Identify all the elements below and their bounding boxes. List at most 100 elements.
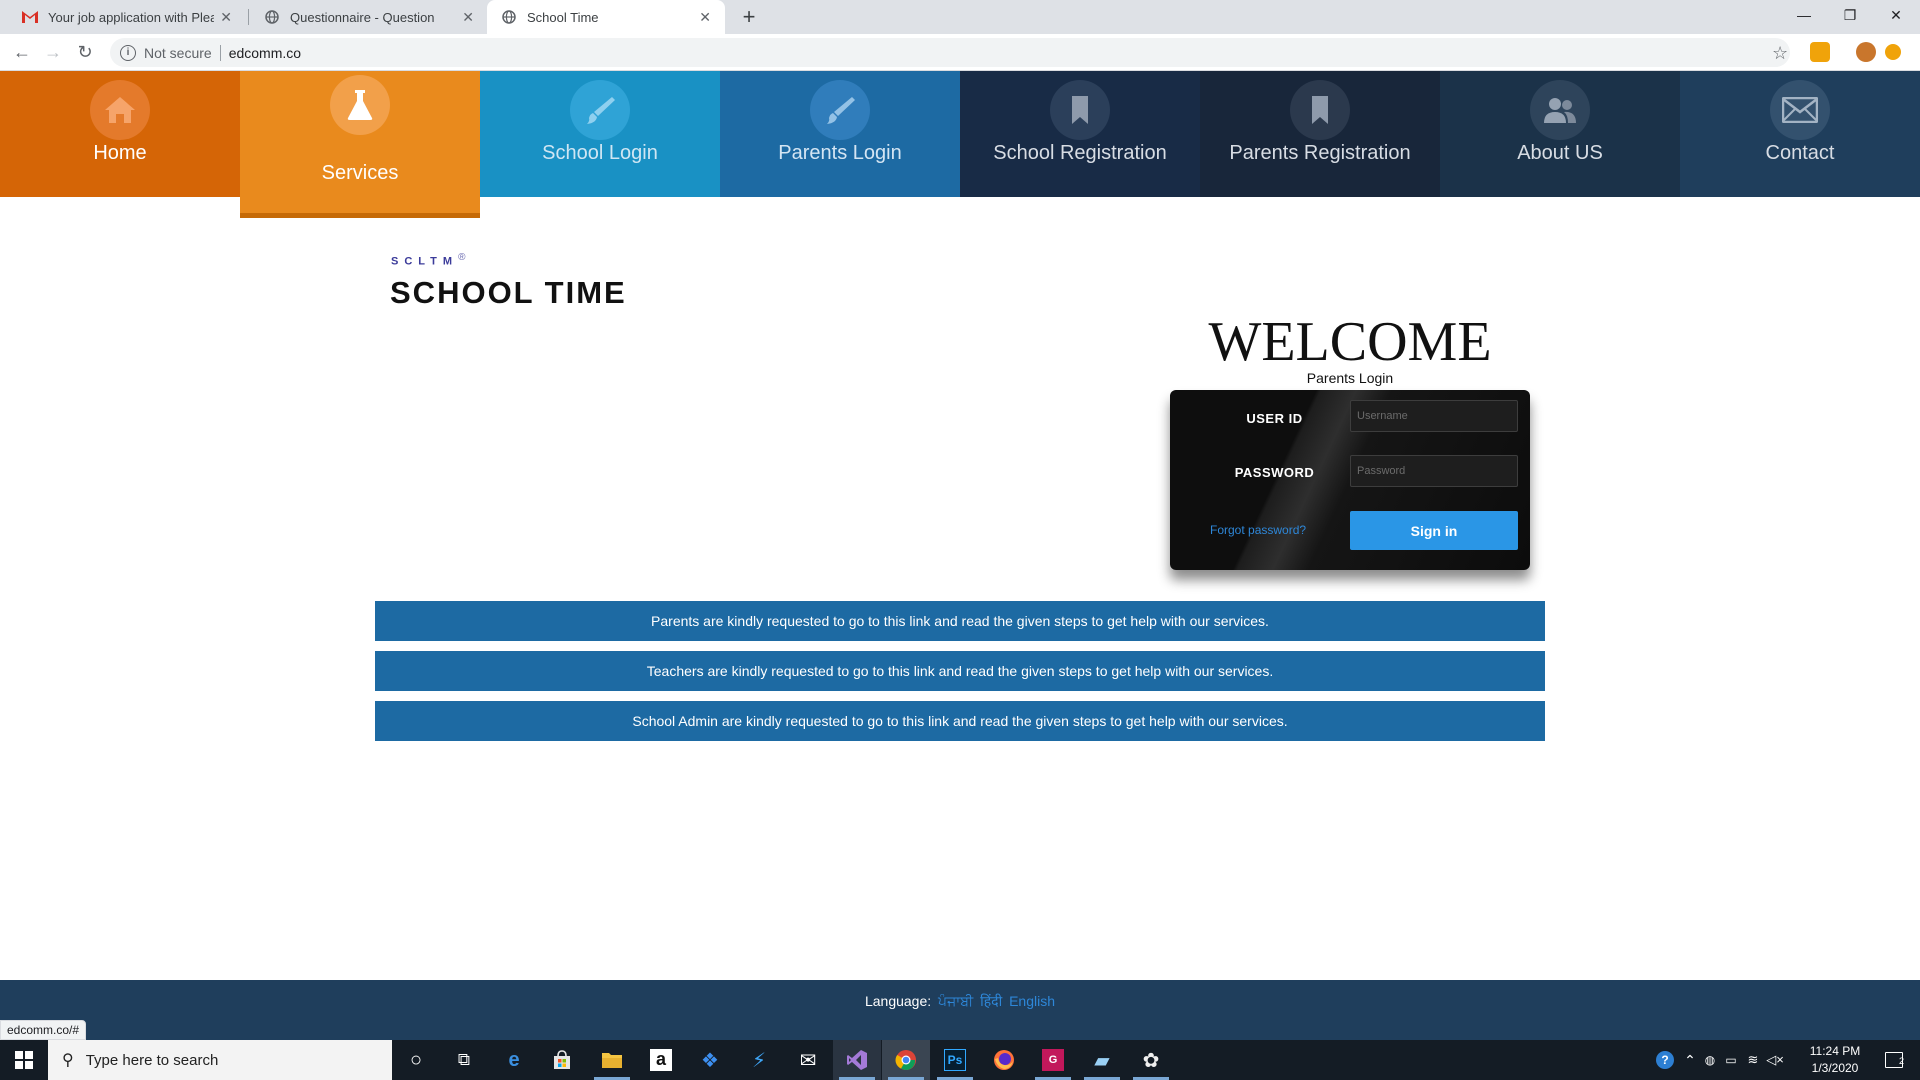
file-explorer-icon[interactable]	[588, 1040, 636, 1080]
nav-school-login[interactable]: School Login	[480, 71, 720, 197]
language-selector: Language: ਪੰਜਾਬੀ हिंदी English	[0, 992, 1920, 1011]
nav-services[interactable]: Services	[240, 71, 480, 218]
visual-studio-icon[interactable]	[833, 1040, 881, 1080]
nav-about-us[interactable]: About US	[1440, 71, 1680, 197]
address-divider	[219, 44, 221, 61]
nav-label: Home	[93, 142, 147, 164]
clock-time: 11:24 PM	[1809, 1044, 1861, 1058]
nav-label: About US	[1517, 142, 1603, 164]
minimize-icon[interactable]: —	[1781, 0, 1827, 30]
globe-icon	[264, 9, 280, 25]
tab-divider	[248, 9, 249, 25]
brush-icon	[810, 80, 870, 140]
userid-input[interactable]	[1350, 400, 1518, 432]
nav-school-registration[interactable]: School Registration	[960, 71, 1200, 197]
bookmark-icon	[1050, 80, 1110, 140]
help-icon[interactable]: ?	[1652, 1040, 1678, 1080]
volume-muted-icon[interactable]: ◁×	[1764, 1040, 1786, 1080]
cortana-icon[interactable]: ○	[392, 1040, 440, 1080]
taskbar-clock[interactable]: 11:24 PM 1/3/2020	[1800, 1043, 1870, 1077]
login-subtitle: Parents Login	[1306, 370, 1394, 386]
home-icon	[90, 80, 150, 140]
browser-tab-questionnaire[interactable]: Questionnaire - Question ✕	[250, 0, 488, 34]
registered-mark: ®	[458, 252, 466, 263]
close-window-icon[interactable]: ✕	[1873, 0, 1919, 30]
not-secure-label: Not secure	[144, 44, 212, 61]
userid-label: USER ID	[1246, 411, 1303, 426]
amazon-icon[interactable]: a	[637, 1040, 685, 1080]
back-icon[interactable]: ←	[10, 40, 34, 64]
profile-avatar[interactable]	[1885, 44, 1901, 60]
info-icon[interactable]: i	[120, 44, 136, 61]
gmail-icon	[22, 9, 38, 25]
language-hindi-link[interactable]: हिंदी	[980, 993, 1002, 1009]
dropbox-icon[interactable]: ❖	[686, 1040, 734, 1080]
forgot-password-link[interactable]: Forgot password?	[1210, 523, 1306, 537]
nav-parents-login[interactable]: Parents Login	[720, 71, 960, 197]
tab-title: Questionnaire - Question	[290, 9, 435, 25]
battery-icon[interactable]: ▭	[1720, 1040, 1742, 1080]
firefox-icon[interactable]	[980, 1040, 1028, 1080]
close-tab-icon[interactable]: ✕	[699, 9, 711, 26]
status-bar-url: edcomm.co/#	[0, 1020, 87, 1040]
store-icon[interactable]	[538, 1040, 586, 1080]
windows-taskbar: ⚲ Type here to search ○ ⧉ e a ❖ ⚡ ✉ Ps G…	[0, 1040, 1920, 1080]
brand-small-text: SCLTM	[391, 255, 459, 268]
taskbar-search[interactable]: ⚲ Type here to search	[48, 1040, 392, 1080]
browser-tab-gmail[interactable]: Your job application with Pleasan ✕	[8, 0, 246, 34]
nav-contact[interactable]: Contact	[1680, 71, 1920, 197]
wifi-icon[interactable]: ≋	[1742, 1040, 1764, 1080]
flask-icon	[330, 75, 390, 135]
password-input[interactable]	[1350, 455, 1518, 487]
browser-tab-strip: Your job application with Pleasan ✕ Ques…	[0, 0, 1920, 34]
windows-start-icon[interactable]	[0, 1040, 48, 1080]
address-bar[interactable]: i Not secure edcomm.co	[110, 38, 1790, 67]
language-punjabi-link[interactable]: ਪੰਜਾਬੀ	[938, 993, 973, 1009]
browser-tab-school-time[interactable]: School Time ✕	[487, 0, 725, 34]
new-tab-button[interactable]: +	[736, 4, 762, 30]
school-admin-help-link[interactable]: School Admin are kindly requested to go …	[375, 701, 1545, 741]
photoshop-icon[interactable]: Ps	[931, 1040, 979, 1080]
brush-icon	[570, 80, 630, 140]
tab-title: Your job application with Pleasan	[48, 9, 215, 25]
nav-label: School Login	[542, 142, 658, 164]
parents-help-link[interactable]: Parents are kindly requested to go to th…	[375, 601, 1545, 641]
edge-icon[interactable]: e	[490, 1040, 538, 1080]
nav-label: Parents Login	[778, 142, 902, 164]
show-hidden-icons-chevron-icon[interactable]: ⌃	[1680, 1040, 1700, 1080]
forward-icon[interactable]: →	[41, 40, 65, 64]
password-label: PASSWORD	[1234, 465, 1315, 480]
extension-play-icon[interactable]	[1856, 42, 1876, 62]
notification-count: 2	[1899, 1056, 1905, 1066]
login-form: USER ID PASSWORD Forgot password? Sign i…	[1170, 390, 1530, 570]
mail-app-icon[interactable]: ✉	[784, 1040, 832, 1080]
visual-studio-code-icon[interactable]: ⚡	[735, 1040, 783, 1080]
nav-label: Contact	[1765, 142, 1835, 164]
taskbar-search-placeholder: Type here to search	[85, 1051, 219, 1069]
close-tab-icon[interactable]: ✕	[462, 9, 474, 26]
mail-icon	[1770, 80, 1830, 140]
pdf-app-icon[interactable]: G	[1029, 1040, 1077, 1080]
close-tab-icon[interactable]: ✕	[220, 9, 232, 26]
extension-lock-icon[interactable]	[1810, 42, 1830, 62]
language-english-link[interactable]: English	[1009, 993, 1055, 1009]
sign-in-button[interactable]: Sign in	[1350, 511, 1518, 550]
notifications-icon[interactable]: 2	[1872, 1040, 1916, 1080]
globe-icon	[501, 9, 517, 25]
nav-home[interactable]: Home	[0, 71, 240, 197]
language-label: Language:	[864, 993, 932, 1009]
search-tray-icon[interactable]: ◍	[1700, 1040, 1720, 1080]
bookmark-icon	[1290, 80, 1350, 140]
nav-parents-registration[interactable]: Parents Registration	[1200, 71, 1440, 197]
paint-app-icon[interactable]: ✿	[1127, 1040, 1175, 1080]
reload-icon[interactable]: ↻	[73, 40, 97, 64]
chrome-icon[interactable]	[882, 1040, 930, 1080]
search-icon: ⚲	[62, 1052, 74, 1069]
bookmark-star-icon[interactable]: ☆	[1772, 43, 1788, 64]
notes-app-icon[interactable]: ▰	[1078, 1040, 1126, 1080]
url-text[interactable]: edcomm.co	[229, 45, 301, 61]
nav-label: Parents Registration	[1229, 142, 1411, 164]
restore-icon[interactable]: ❐	[1827, 0, 1873, 30]
teachers-help-link[interactable]: Teachers are kindly requested to go to t…	[375, 651, 1545, 691]
task-view-icon[interactable]: ⧉	[440, 1040, 488, 1080]
